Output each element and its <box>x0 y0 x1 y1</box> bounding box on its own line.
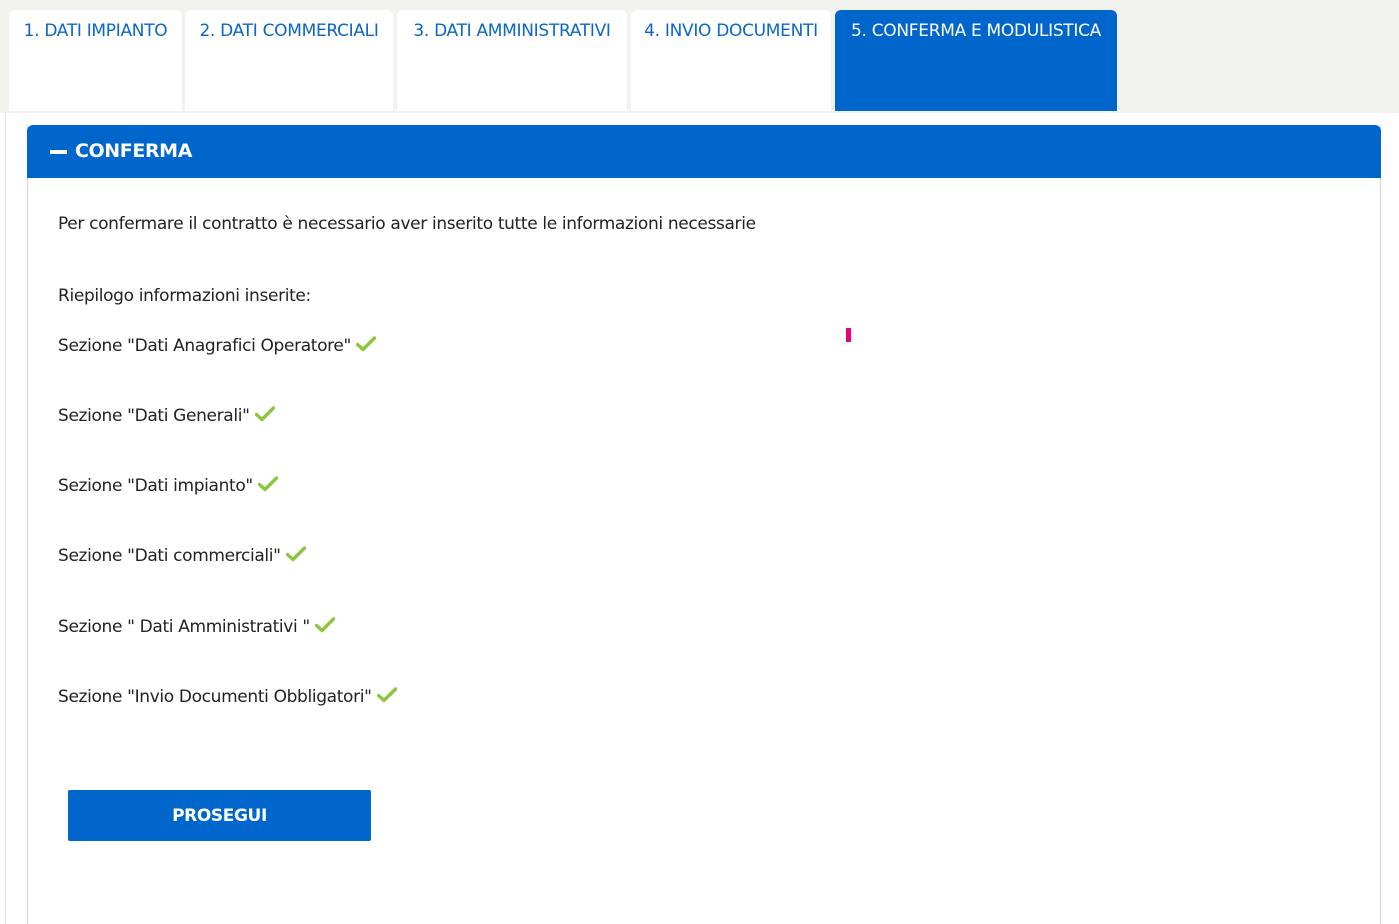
minus-icon[interactable] <box>50 150 67 154</box>
section-status-item: Sezione "Dati commerciali" <box>58 546 306 566</box>
section-label: Sezione "Dati impianto" <box>58 476 253 496</box>
section-label: Sezione "Dati Anagrafici Operatore" <box>58 336 352 356</box>
check-icon <box>314 617 335 633</box>
tab-invio-documenti[interactable]: 4. INVIO DOCUMENTI <box>631 10 831 111</box>
tab-dati-amministrativi[interactable]: 3. DATI AMMINISTRATIVI <box>397 10 627 111</box>
section-status-item: Sezione "Invio Documenti Obbligatori" <box>58 687 397 707</box>
prosegui-button[interactable]: PROSEGUI <box>68 790 371 841</box>
step-tabs: 1. DATI IMPIANTO 2. DATI COMMERCIALI 3. … <box>0 0 1399 113</box>
section-label: Sezione "Invio Documenti Obbligatori" <box>58 687 372 707</box>
text-cursor-marker <box>846 328 851 342</box>
check-icon <box>376 687 397 703</box>
tab-dati-impianto[interactable]: 1. DATI IMPIANTO <box>9 10 182 111</box>
check-icon <box>257 476 278 492</box>
section-status-item: Sezione " Dati Amministrativi " <box>58 617 335 637</box>
section-label: Sezione " Dati Amministrativi " <box>58 617 310 637</box>
intro-text: Per confermare il contratto è necessario… <box>58 214 756 234</box>
section-label: Sezione "Dati Generali" <box>58 406 250 426</box>
panel-header[interactable]: CONFERMA <box>27 125 1381 178</box>
section-status-item: Sezione "Dati impianto" <box>58 476 278 496</box>
panel-title: CONFERMA <box>75 140 192 162</box>
page: 1. DATI IMPIANTO 2. DATI COMMERCIALI 3. … <box>0 0 1399 924</box>
section-status-item: Sezione "Dati Generali" <box>58 406 275 426</box>
check-icon <box>254 406 275 422</box>
section-status-item: Sezione "Dati Anagrafici Operatore" <box>58 336 377 356</box>
tab-conferma-e-modulistica[interactable]: 5. CONFERMA E MODULISTICA <box>835 10 1117 111</box>
page-left-border <box>5 113 6 924</box>
check-icon <box>356 336 377 352</box>
summary-label: Riepilogo informazioni inserite: <box>58 286 311 306</box>
tab-dati-commerciali[interactable]: 2. DATI COMMERCIALI <box>185 10 393 111</box>
check-icon <box>285 546 306 562</box>
section-label: Sezione "Dati commerciali" <box>58 546 281 566</box>
